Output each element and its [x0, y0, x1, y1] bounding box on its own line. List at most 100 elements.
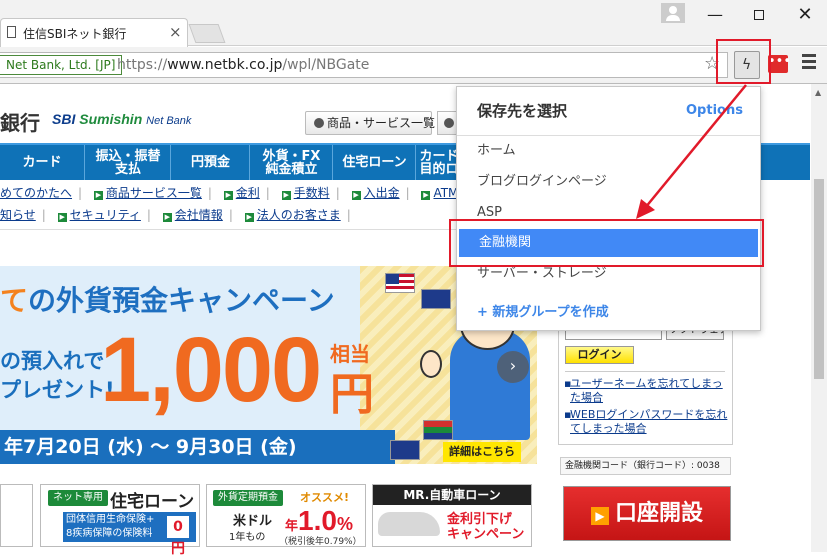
divider — [565, 371, 725, 372]
help-link-password[interactable]: ▪ WEBログインパスワードを忘れてしまった場合 — [564, 408, 730, 436]
link-fees[interactable]: 手数料 — [294, 186, 330, 200]
australia-flag-icon — [390, 440, 420, 460]
australia-flag-icon — [421, 289, 451, 309]
new-tab-button[interactable] — [188, 24, 226, 43]
mascot-hand — [420, 350, 442, 378]
divider — [457, 135, 760, 136]
help-link-password-text: WEBログインパスワードを忘れてしまった場合 — [570, 408, 728, 435]
ev-certificate-badge[interactable]: Net Bank, Ltd. [JP] — [0, 55, 123, 75]
open-account-button[interactable]: ▶ 口座開設 — [563, 486, 731, 541]
arrow-icon: ▶ — [93, 191, 103, 200]
help-link-username-text: ユーザーネームを忘れてしまった場合 — [570, 377, 723, 404]
scroll-up-icon[interactable]: ▲ — [815, 88, 821, 97]
arrow-icon: ▶ — [351, 191, 361, 200]
link-company-info[interactable]: 会社情報 — [175, 208, 223, 222]
url-text[interactable]: https://www.netbk.co.jp/wpl/NBGate — [117, 57, 369, 73]
promo-term: 1年もの — [229, 532, 266, 543]
arrow-icon: ▶ — [162, 213, 172, 222]
south-africa-flag-icon — [423, 420, 453, 440]
banner-title: ての外貨預金キャンペーン — [0, 279, 335, 319]
arrow-icon: ▶ — [223, 191, 233, 200]
site-logo[interactable]: SBI Sumishin Net Bank — [52, 111, 191, 127]
promo-tag: ネット専用 — [48, 490, 108, 506]
minimize-button[interactable]: — — [700, 4, 730, 26]
page-scrollbar[interactable]: ▲ — [811, 84, 827, 552]
url-host: www.netbk.co.jp — [167, 57, 283, 73]
nav-yen-deposit[interactable]: 円預金 — [172, 145, 250, 180]
arrow-icon: ▶ — [57, 213, 67, 222]
link-first-time[interactable]: めてのかたへ — [0, 186, 72, 200]
logo-sbi: SBI — [52, 111, 76, 127]
link-news[interactable]: 知らせ — [0, 208, 36, 222]
arrow-icon: ▶ — [244, 213, 254, 222]
circle-arrow-icon — [314, 118, 324, 128]
banner-amount: 1,000 — [100, 319, 322, 421]
link-deposit-withdraw[interactable]: 入出金 — [364, 186, 400, 200]
browser-tab[interactable]: 住信SBIネット銀行 × — [0, 18, 188, 47]
link-corporate[interactable]: 法人のお客さま — [257, 208, 341, 222]
divider — [0, 229, 520, 230]
popup-item-blog-login[interactable]: ブログログインページ — [457, 168, 760, 196]
tab-close-icon[interactable]: × — [169, 23, 182, 41]
promo-title: 住宅ローン — [110, 492, 195, 512]
tab-title: 住信SBIネット銀行 — [23, 27, 127, 41]
highlight-box-selection — [449, 219, 764, 267]
promo-title: MR.自動車ローン — [373, 485, 531, 505]
product-list-button[interactable]: 商品・サービス一覧 — [305, 111, 436, 135]
red-extension-icon[interactable]: ••• — [768, 55, 791, 73]
promo-recommend: オススメ! — [300, 491, 350, 504]
arrow-icon: ▶ — [590, 507, 609, 525]
browser-menu-icon[interactable] — [802, 54, 816, 70]
logo-netbank: Net Bank — [146, 115, 192, 127]
maximize-icon — [754, 10, 764, 20]
nav-transfer[interactable]: 振込・振替 支払 — [86, 145, 171, 180]
promo-discount: 金利引下げ キャンペーン — [447, 512, 524, 542]
new-group-link[interactable]: + 新規グループを作成 — [477, 301, 609, 320]
promo-zero-yen: 0円 — [167, 516, 189, 557]
link-product-list[interactable]: 商品サービス一覧 — [106, 186, 202, 200]
highlight-box-extension — [716, 39, 771, 84]
banner-subtitle-2: プレゼント! — [0, 378, 115, 402]
bank-code: 金融機関コード（銀行コード）: 0038 — [560, 457, 731, 475]
promo-discount-line-1: 金利引下げ — [447, 512, 513, 527]
page-icon — [7, 26, 16, 38]
carousel-next-icon[interactable]: › — [497, 351, 529, 383]
banner-subtitle-1: の預入れで — [0, 349, 105, 373]
promo-tag: 外貨定期預金 — [213, 490, 283, 506]
maximize-button[interactable] — [744, 4, 774, 26]
scrollbar-thumb[interactable] — [814, 179, 824, 379]
promo-discount-line-2: キャンペーン — [447, 527, 525, 542]
nav-card[interactable]: カード — [0, 145, 85, 180]
user-profile-icon[interactable] — [661, 3, 685, 23]
promo-rate-value: 1.0 — [298, 505, 337, 536]
promo-rate: 年1.0% — [285, 505, 353, 537]
link-atm[interactable]: ATM — [433, 186, 458, 200]
link-interest[interactable]: 金利 — [236, 186, 260, 200]
us-flag-icon — [385, 273, 415, 293]
banner-title-accent: て — [0, 284, 29, 317]
popup-title: 保存先を選択 — [477, 102, 568, 120]
promo-rate-prefix: 年 — [285, 518, 299, 533]
open-account-label: 口座開設 — [614, 501, 703, 526]
help-link-username[interactable]: ▪ ユーザーネームを忘れてしまった場合 — [564, 377, 730, 405]
promo-tile-partial[interactable] — [0, 484, 33, 547]
circle-arrow-icon — [444, 118, 454, 128]
link-security[interactable]: セキュリティ — [70, 208, 141, 222]
car-icon — [378, 512, 440, 536]
promo-rate-note: （税引後年0.79%） — [279, 537, 362, 547]
site-logo-text[interactable]: 銀行 — [0, 107, 40, 136]
url-scheme: https:// — [117, 57, 168, 73]
popup-item-home[interactable]: ホーム — [457, 137, 760, 165]
nav-foreign-currency[interactable]: 外貨・FX 純金積立 — [251, 145, 333, 180]
nav-mortgage[interactable]: 住宅ローン — [334, 145, 416, 180]
banner-unit: 円 — [330, 369, 374, 420]
arrow-icon: ▶ — [281, 191, 291, 200]
banner-title-text: の外貨預金キャンペーン — [28, 284, 335, 317]
popup-options-link[interactable]: Options — [686, 103, 743, 118]
banner-date-range: 年7月20日 (水) ～ 9月30日 (金) — [0, 430, 395, 464]
close-window-button[interactable]: ✕ — [790, 4, 820, 26]
product-list-label: 商品・サービス一覧 — [327, 116, 436, 130]
login-button[interactable]: ログイン — [565, 346, 634, 364]
arrow-icon: ▶ — [421, 191, 431, 200]
banner-detail-button[interactable]: 詳細はこちら — [443, 442, 521, 462]
